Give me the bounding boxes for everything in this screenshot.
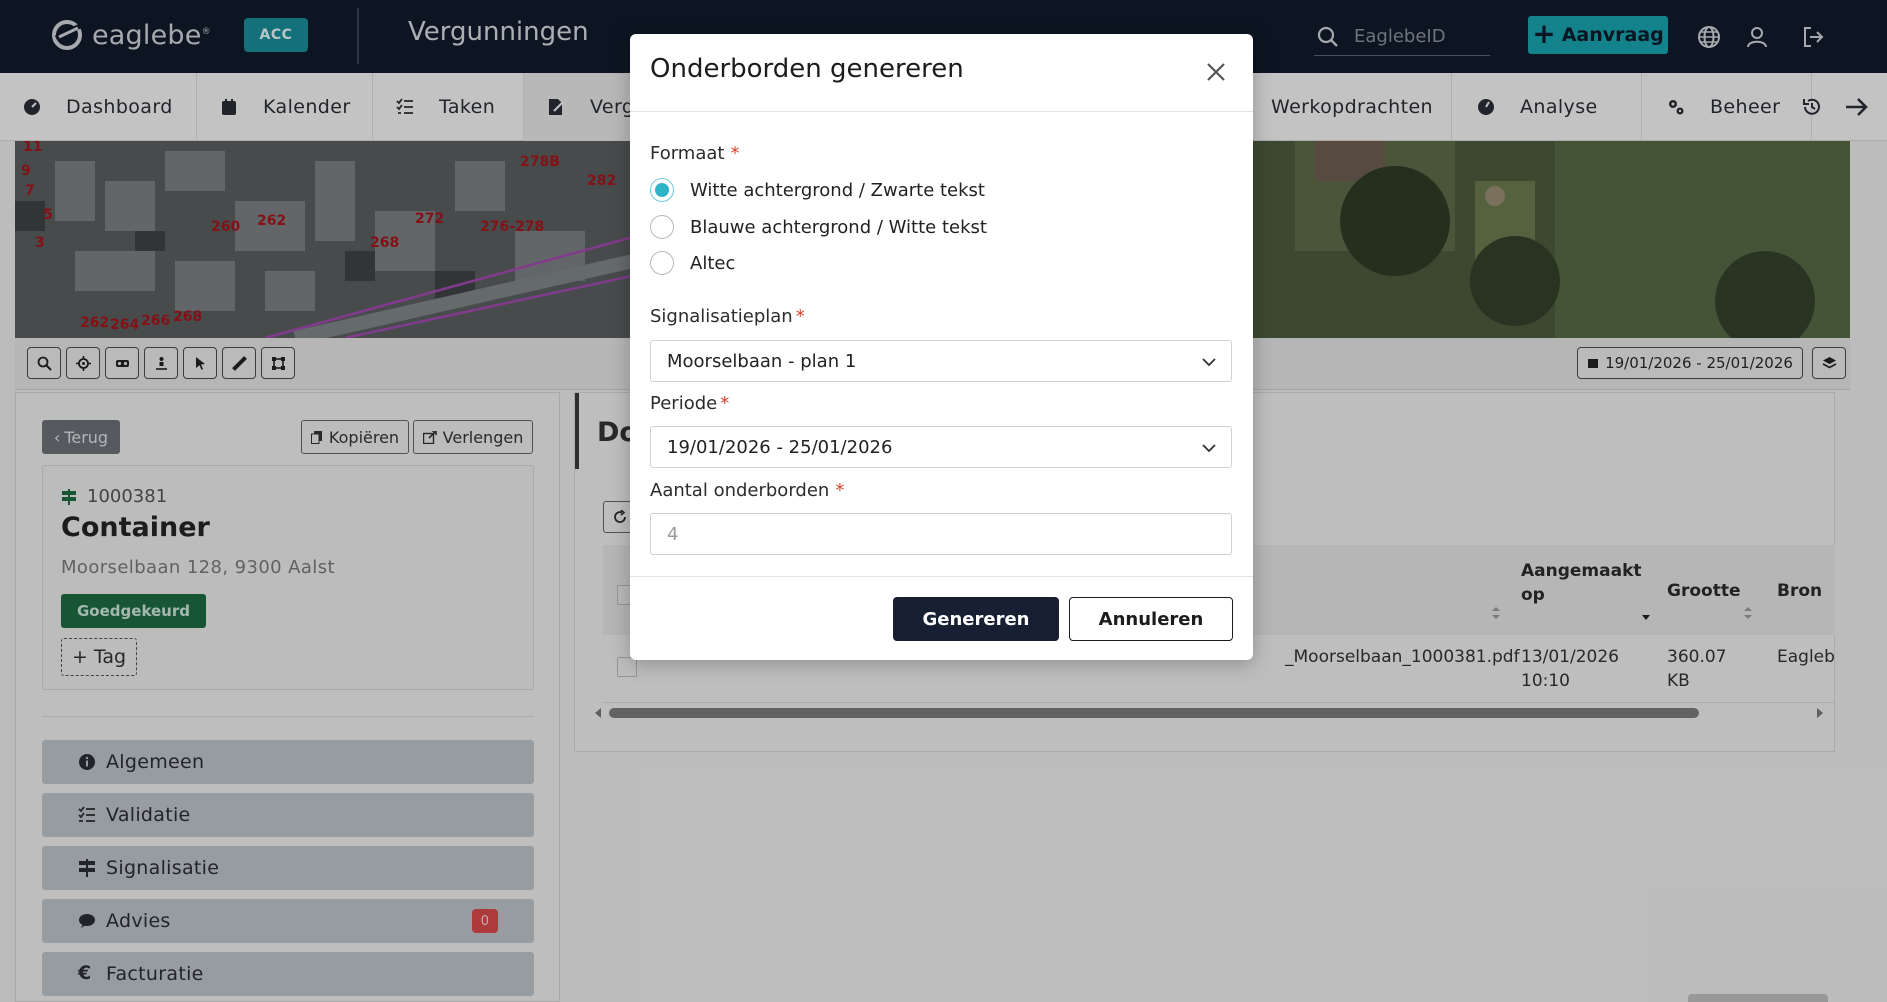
radio-selected[interactable] <box>650 178 674 202</box>
select-value: 19/01/2026 - 25/01/2026 <box>667 436 893 458</box>
radio-label: Altec <box>690 252 736 274</box>
format-option-altec[interactable]: Altec <box>650 251 735 275</box>
period-label: Periode * <box>650 393 730 414</box>
subsign-count-label: Aantal onderborden * <box>650 480 845 501</box>
radio-unselected[interactable] <box>650 251 674 275</box>
dialog-footer-divider <box>630 576 1253 577</box>
chevron-down-icon <box>1202 358 1216 367</box>
generate-button[interactable]: Genereren <box>893 597 1059 641</box>
format-label: Formaat * <box>650 143 740 164</box>
signalisation-plan-label: Signalisatieplan * <box>650 306 805 327</box>
radio-label: Blauwe achtergrond / Witte tekst <box>690 216 987 238</box>
format-option-blue[interactable]: Blauwe achtergrond / Witte tekst <box>650 215 987 239</box>
signalisation-plan-select[interactable]: Moorselbaan - plan 1 <box>650 340 1232 382</box>
cancel-button[interactable]: Annuleren <box>1069 597 1233 641</box>
dialog-title: Onderborden genereren <box>650 54 964 84</box>
chevron-down-icon <box>1202 444 1216 453</box>
format-option-white[interactable]: Witte achtergrond / Zwarte tekst <box>650 178 985 202</box>
dialog-header: Onderborden genereren <box>630 34 1253 112</box>
period-select[interactable]: 19/01/2026 - 25/01/2026 <box>650 426 1232 468</box>
close-icon[interactable] <box>1200 56 1232 88</box>
generate-subsigns-dialog: Onderborden genereren Formaat * Witte ach… <box>630 34 1253 660</box>
radio-unselected[interactable] <box>650 215 674 239</box>
subsign-count-input[interactable] <box>650 513 1232 555</box>
select-value: Moorselbaan - plan 1 <box>667 350 857 372</box>
radio-label: Witte achtergrond / Zwarte tekst <box>690 179 985 201</box>
